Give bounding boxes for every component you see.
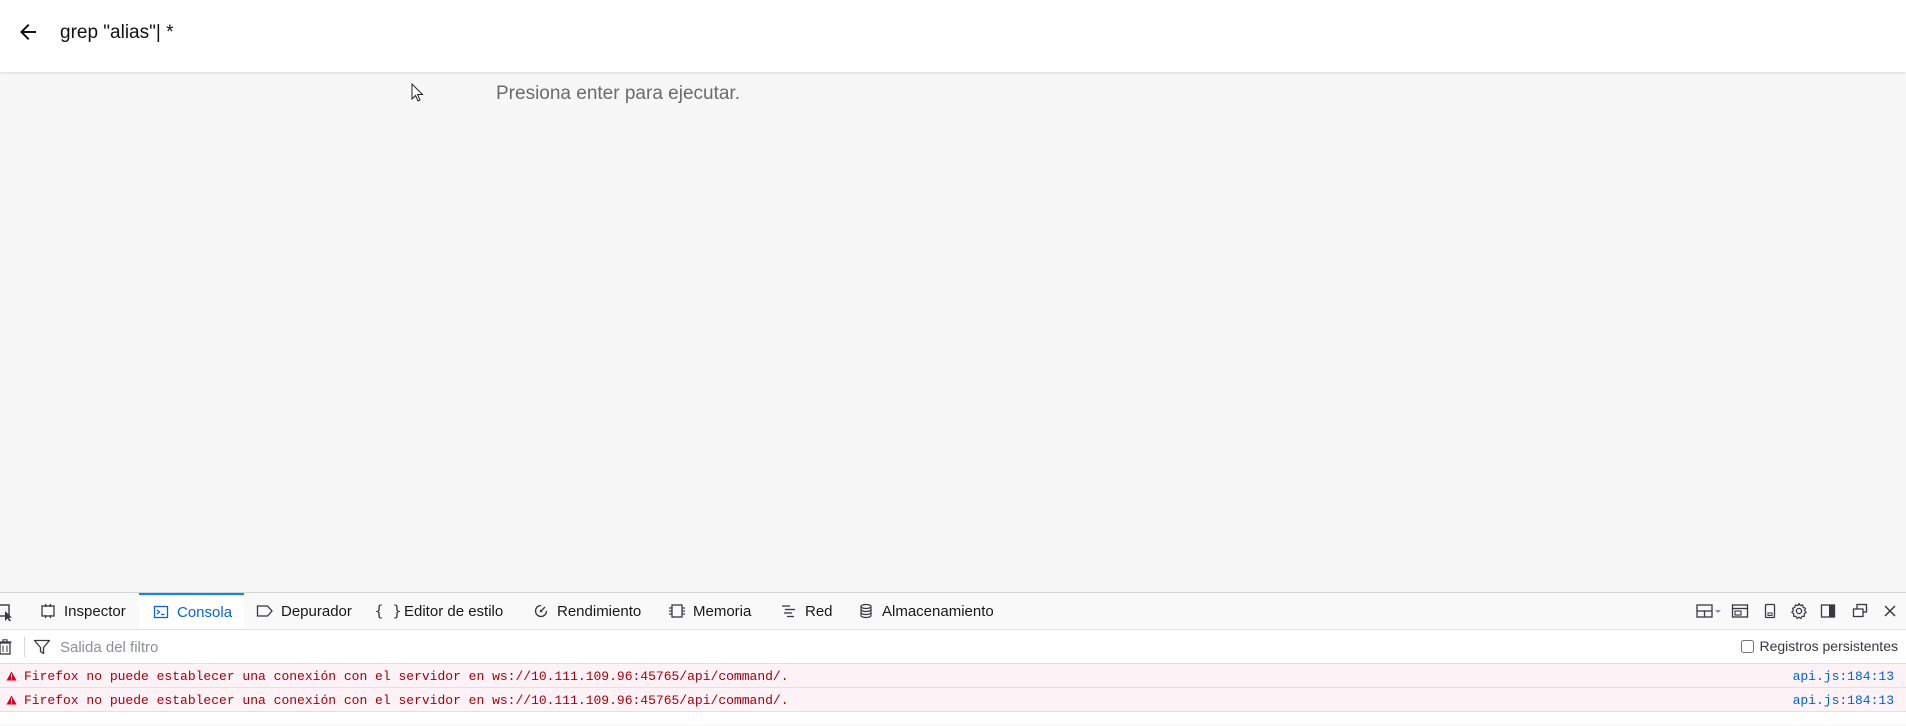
console-filter-bar: Registros persistentes — [0, 630, 1906, 664]
arrow-left-icon — [20, 24, 36, 40]
tab-performance[interactable]: Rendimiento — [531, 593, 641, 629]
message-text: Firefox no puede establecer una conexión… — [24, 693, 789, 708]
debugger-icon — [255, 602, 275, 620]
tab-label: Memoria — [693, 602, 752, 620]
mouse-pointer-icon — [411, 83, 424, 102]
warning-icon — [6, 671, 17, 681]
gear-icon — [1791, 602, 1807, 620]
frame-select-button[interactable] — [1728, 593, 1752, 629]
console-icon — [151, 603, 171, 621]
tab-label: Almacenamiento — [882, 602, 994, 620]
tab-label: Depurador — [281, 602, 352, 620]
tab-label: Inspector — [64, 602, 126, 620]
responsive-design-button[interactable] — [1758, 593, 1782, 629]
tab-storage[interactable]: Almacenamiento — [856, 593, 994, 629]
command-input[interactable] — [60, 18, 960, 48]
tab-label: Editor de estilo — [404, 602, 504, 620]
message-source-link[interactable]: api.js:184:13 — [1793, 669, 1894, 684]
windows-icon — [1852, 603, 1868, 618]
tab-console[interactable]: Consola — [139, 593, 245, 629]
message-source-link[interactable]: api.js:184:13 — [1793, 693, 1894, 708]
tab-memory[interactable]: Memoria — [667, 593, 751, 629]
dock-side-button[interactable] — [1816, 593, 1840, 629]
toolbar-divider — [24, 637, 25, 657]
persist-logs-label: Registros persistentes — [1759, 638, 1898, 654]
element-picker-icon[interactable] — [0, 602, 16, 622]
tab-style-editor[interactable]: { } Editor de estilo — [374, 593, 504, 629]
trash-icon[interactable] — [0, 639, 12, 655]
tab-label: Red — [805, 602, 833, 620]
tab-label: Rendimiento — [557, 602, 642, 620]
filter-input[interactable] — [60, 636, 1060, 658]
filter-icon — [33, 639, 51, 655]
separate-window-button[interactable] — [1848, 593, 1872, 629]
message-text: Firefox no puede establecer una conexión… — [24, 669, 789, 684]
network-icon — [779, 602, 799, 620]
mobile-icon — [1764, 603, 1776, 619]
settings-button[interactable] — [1786, 593, 1812, 629]
layout-icon — [1696, 604, 1721, 618]
persist-logs-checkbox[interactable] — [1741, 639, 1755, 653]
tab-inspector[interactable]: Inspector — [38, 593, 126, 629]
frame-icon — [1731, 604, 1749, 618]
close-devtools-button[interactable] — [1878, 593, 1902, 629]
braces-icon: { } — [374, 602, 402, 620]
storage-icon — [856, 602, 876, 620]
devtools-panel: Inspector Consola Depurador { } Editor d… — [0, 592, 1906, 725]
command-bar — [0, 0, 1906, 72]
devtools-toolbar: Inspector Consola Depurador { } Editor d… — [0, 593, 1906, 630]
run-hint: Presiona enter para ejecutar. — [496, 83, 740, 104]
console-error-message: Firefox no puede establecer una conexión… — [0, 688, 1906, 712]
tab-debugger[interactable]: Depurador — [255, 593, 352, 629]
performance-icon — [531, 602, 551, 620]
warning-icon — [6, 695, 17, 705]
console-error-message: Firefox no puede establecer una conexión… — [0, 664, 1906, 688]
inspector-icon — [38, 602, 58, 620]
sidebar-dock-icon — [1820, 604, 1836, 618]
memory-icon — [667, 602, 687, 620]
console-output: Firefox no puede establecer una conexión… — [0, 664, 1906, 726]
tab-network[interactable]: Red — [779, 593, 833, 629]
split-console-button[interactable] — [1694, 593, 1724, 629]
persist-logs-toggle[interactable]: Registros persistentes — [1741, 638, 1898, 654]
main-content: Presiona enter para ejecutar. — [0, 72, 1906, 592]
close-icon — [1884, 605, 1896, 617]
tab-label: Consola — [177, 603, 233, 621]
back-button[interactable] — [10, 14, 46, 50]
